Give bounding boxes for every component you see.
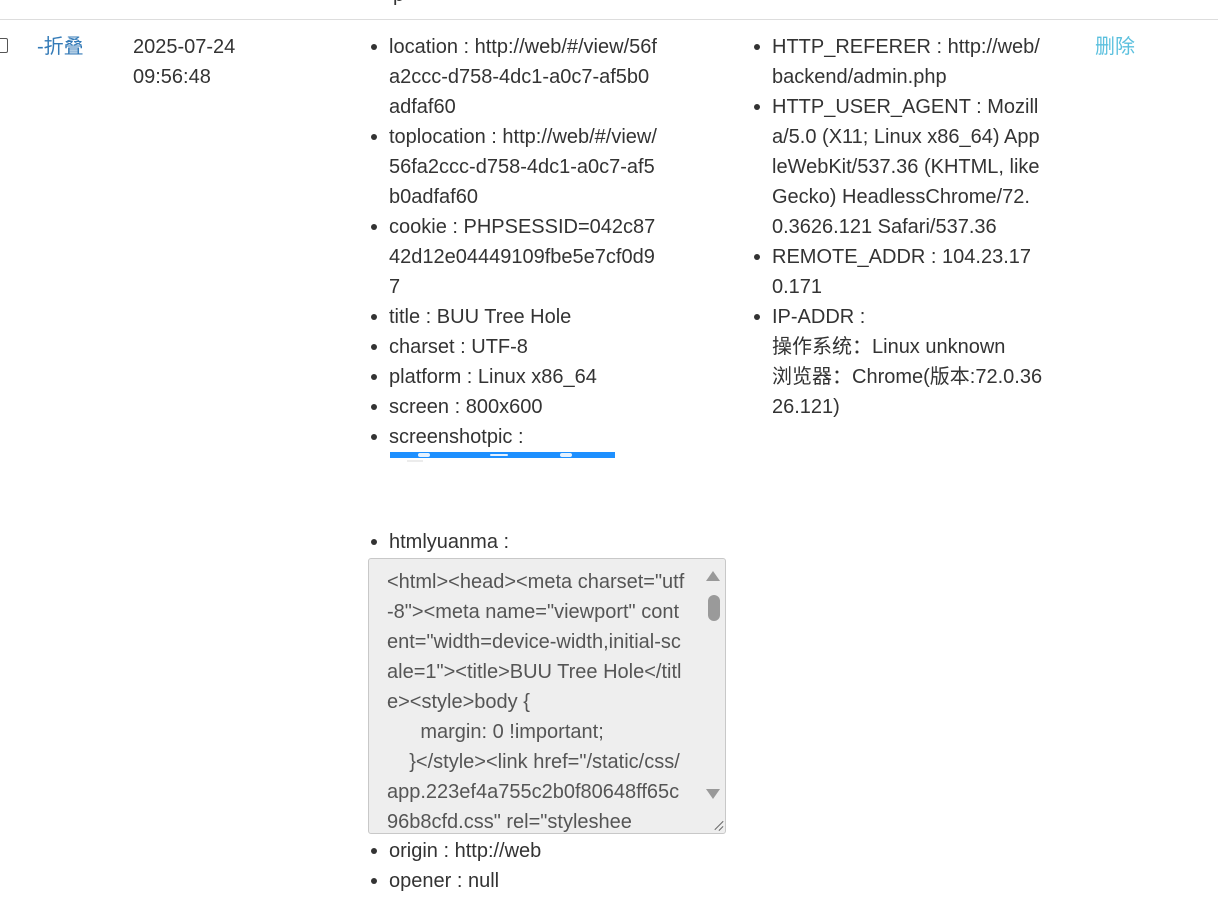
scrollbar-thumb[interactable] (708, 595, 720, 621)
html-source-textarea[interactable]: <html><head><meta charset="utf-8"><meta … (368, 558, 726, 834)
ip-addr-label: IP-ADDR : (772, 306, 866, 328)
screenshotpic-label: screenshotpic : (389, 426, 524, 448)
ip-addr-browser: 浏览器：Chrome(版本:72.0.3626.121) (772, 366, 1043, 418)
cut-off-text: p (393, 0, 404, 10)
client-info-list: location : http://web/#/view/56fa2ccc-d7… (368, 32, 726, 896)
list-item-title: title : BUU Tree Hole (368, 302, 658, 332)
resize-grip-icon[interactable] (711, 819, 723, 831)
row-divider (0, 19, 1218, 20)
list-item-origin: origin : http://web (368, 836, 658, 866)
list-item-http-referer: HTTP_REFERER : http://web/backend/admin.… (751, 32, 1043, 92)
list-item-platform: platform : Linux x86_64 (368, 362, 658, 392)
ip-addr-os: 操作系统：Linux unknown (772, 336, 1006, 358)
list-item-http-user-agent: HTTP_USER_AGENT : Mozilla/5.0 (X11; Linu… (751, 92, 1043, 242)
list-item-location: location : http://web/#/view/56fa2ccc-d7… (368, 32, 658, 122)
triangle-down-icon[interactable] (706, 789, 720, 799)
list-item-screen: screen : 800x600 (368, 392, 658, 422)
server-info-list: HTTP_REFERER : http://web/backend/admin.… (751, 32, 1043, 422)
timestamp-time: 09:56:48 (133, 66, 211, 88)
timestamp-date: 2025-07-24 (133, 36, 236, 58)
delete-link[interactable]: 删除 (1095, 32, 1135, 62)
row-checkbox-icon[interactable] (0, 38, 8, 53)
triangle-up-icon[interactable] (706, 571, 720, 581)
list-item-charset: charset : UTF-8 (368, 332, 658, 362)
timestamp-cell: 2025-07-24 09:56:48 (133, 32, 313, 92)
screenshot-dot (490, 454, 508, 456)
list-item-opener: opener : null (368, 866, 658, 896)
screenshot-dot (418, 453, 430, 457)
list-item-toplocation: toplocation : http://web/#/view/56fa2ccc… (368, 122, 658, 212)
list-item-remote-addr: REMOTE_ADDR : 104.23.170.171 (751, 242, 1043, 302)
screenshot-dot (560, 453, 572, 457)
list-item-screenshotpic: screenshotpic : (368, 422, 658, 527)
list-item-cookie: cookie : PHPSESSID=042c8742d12e04449109f… (368, 212, 658, 302)
screenshot-faint-mark (407, 460, 423, 462)
list-item-htmlyuanma: htmlyuanma : <html><head><meta charset="… (368, 527, 726, 834)
list-item-ip-addr: IP-ADDR : 操作系统：Linux unknown 浏览器：Chrome(… (751, 302, 1043, 422)
screenshot-thumbnail[interactable] (389, 452, 658, 527)
screenshot-header-bar (390, 452, 615, 458)
collapse-link[interactable]: -折叠 (37, 32, 84, 62)
htmlyuanma-label: htmlyuanma : (389, 531, 510, 553)
html-source-text: <html><head><meta charset="utf-8"><meta … (387, 571, 685, 833)
